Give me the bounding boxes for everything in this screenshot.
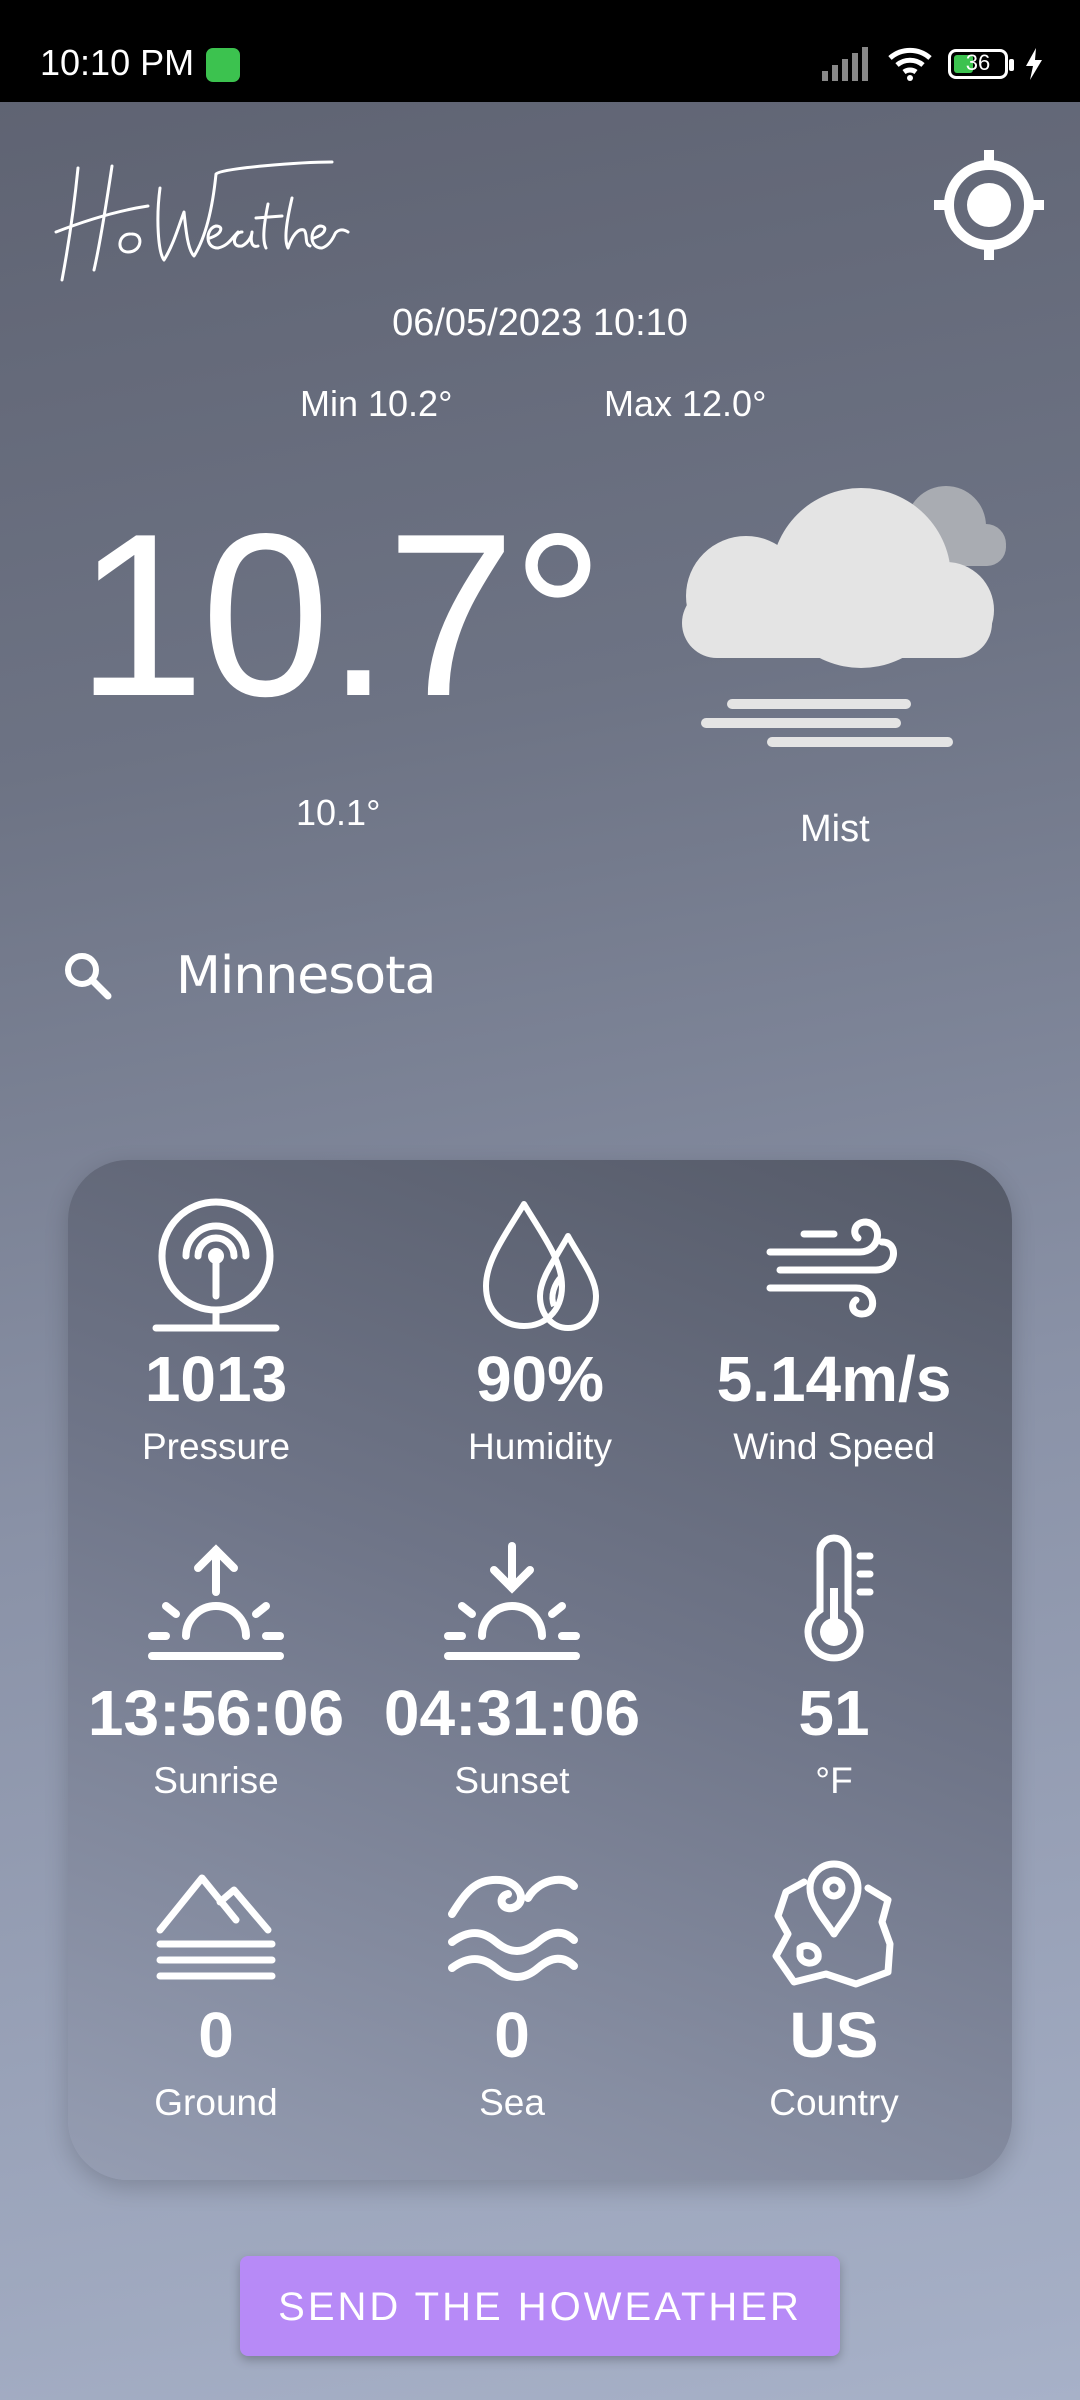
map-pin-icon	[772, 1860, 894, 1988]
current-temperature: 10.7°	[76, 486, 604, 745]
humidity-icon	[483, 1201, 599, 1331]
app-notification-icon	[206, 48, 240, 82]
sunset-icon	[444, 1542, 580, 1660]
detail-humidity: 90% Humidity	[392, 1196, 688, 1468]
battery-level: 36	[965, 50, 991, 75]
pressure-icon	[152, 1198, 280, 1332]
feels-like-temperature: 10.1°	[296, 792, 381, 833]
detail-sea: 0 Sea	[364, 1852, 660, 2124]
ground-icon	[156, 1874, 276, 1980]
wind-icon	[766, 1218, 897, 1318]
sunrise-label: Sunrise	[153, 1760, 279, 1801]
search-icon	[65, 953, 112, 1000]
app-logo	[54, 160, 350, 282]
wifi-icon	[888, 47, 932, 81]
weather-condition: Mist	[800, 808, 870, 850]
temperature-f-value: 51	[798, 1677, 870, 1749]
pressure-value: 1013	[144, 1343, 288, 1415]
pressure-label: Pressure	[141, 1426, 291, 1467]
sea-value: 0	[494, 1999, 530, 2071]
sunrise-value: 13:56:06	[87, 1677, 345, 1749]
detail-country: US Country	[686, 1852, 982, 2124]
humidity-value: 90%	[475, 1343, 605, 1415]
sunrise-icon	[148, 1544, 284, 1660]
ground-value: 0	[198, 1999, 234, 2071]
wind-speed-label: Wind Speed	[733, 1426, 935, 1467]
detail-temperature-f: 51 °F	[686, 1530, 982, 1802]
send-howeather-button[interactable]: SEND THE HOWEATHER	[240, 2256, 840, 2356]
thermometer-icon	[804, 1534, 874, 1662]
sea-label: Sea	[479, 2082, 545, 2123]
search-input[interactable]: Minnesota	[176, 946, 436, 1006]
sunset-value: 04:31:06	[383, 1677, 641, 1749]
min-temperature: Min 10.2°	[300, 383, 453, 424]
country-label: Country	[769, 2082, 899, 2123]
detail-sunset: 04:31:06 Sunset	[364, 1530, 660, 1802]
detail-ground: 0 Ground	[68, 1852, 364, 2124]
charging-icon	[1026, 48, 1042, 80]
wind-speed-value: 5.14m/s	[716, 1343, 952, 1415]
max-temperature: Max 12.0°	[604, 383, 767, 424]
sunset-label: Sunset	[454, 1760, 570, 1801]
country-value: US	[789, 1999, 879, 2071]
battery-icon: 36	[948, 49, 1014, 79]
weather-details-card: 1013 Pressure 90% Humidity 5.14m/s Wind …	[68, 1160, 1012, 2180]
humidity-label: Humidity	[468, 1426, 612, 1467]
locate-button[interactable]	[930, 146, 1048, 264]
signal-icon	[822, 47, 868, 81]
date-time: 06/05/2023 10:10	[392, 302, 688, 344]
sea-icon	[448, 1875, 578, 1981]
status-time: 10:10 PM	[40, 42, 195, 83]
detail-sunrise: 13:56:06 Sunrise	[68, 1530, 364, 1802]
ground-label: Ground	[154, 2082, 278, 2123]
status-bar: 10:10 PM 36	[0, 0, 1080, 102]
temperature-f-label: °F	[815, 1760, 853, 1801]
status-icons: 36	[822, 44, 1044, 84]
mist-cloud-icon	[682, 486, 1006, 747]
city-search[interactable]: Minnesota	[60, 940, 1020, 1020]
detail-pressure: 1013 Pressure	[68, 1196, 364, 1468]
detail-wind-speed: 5.14m/s Wind Speed	[686, 1196, 982, 1468]
